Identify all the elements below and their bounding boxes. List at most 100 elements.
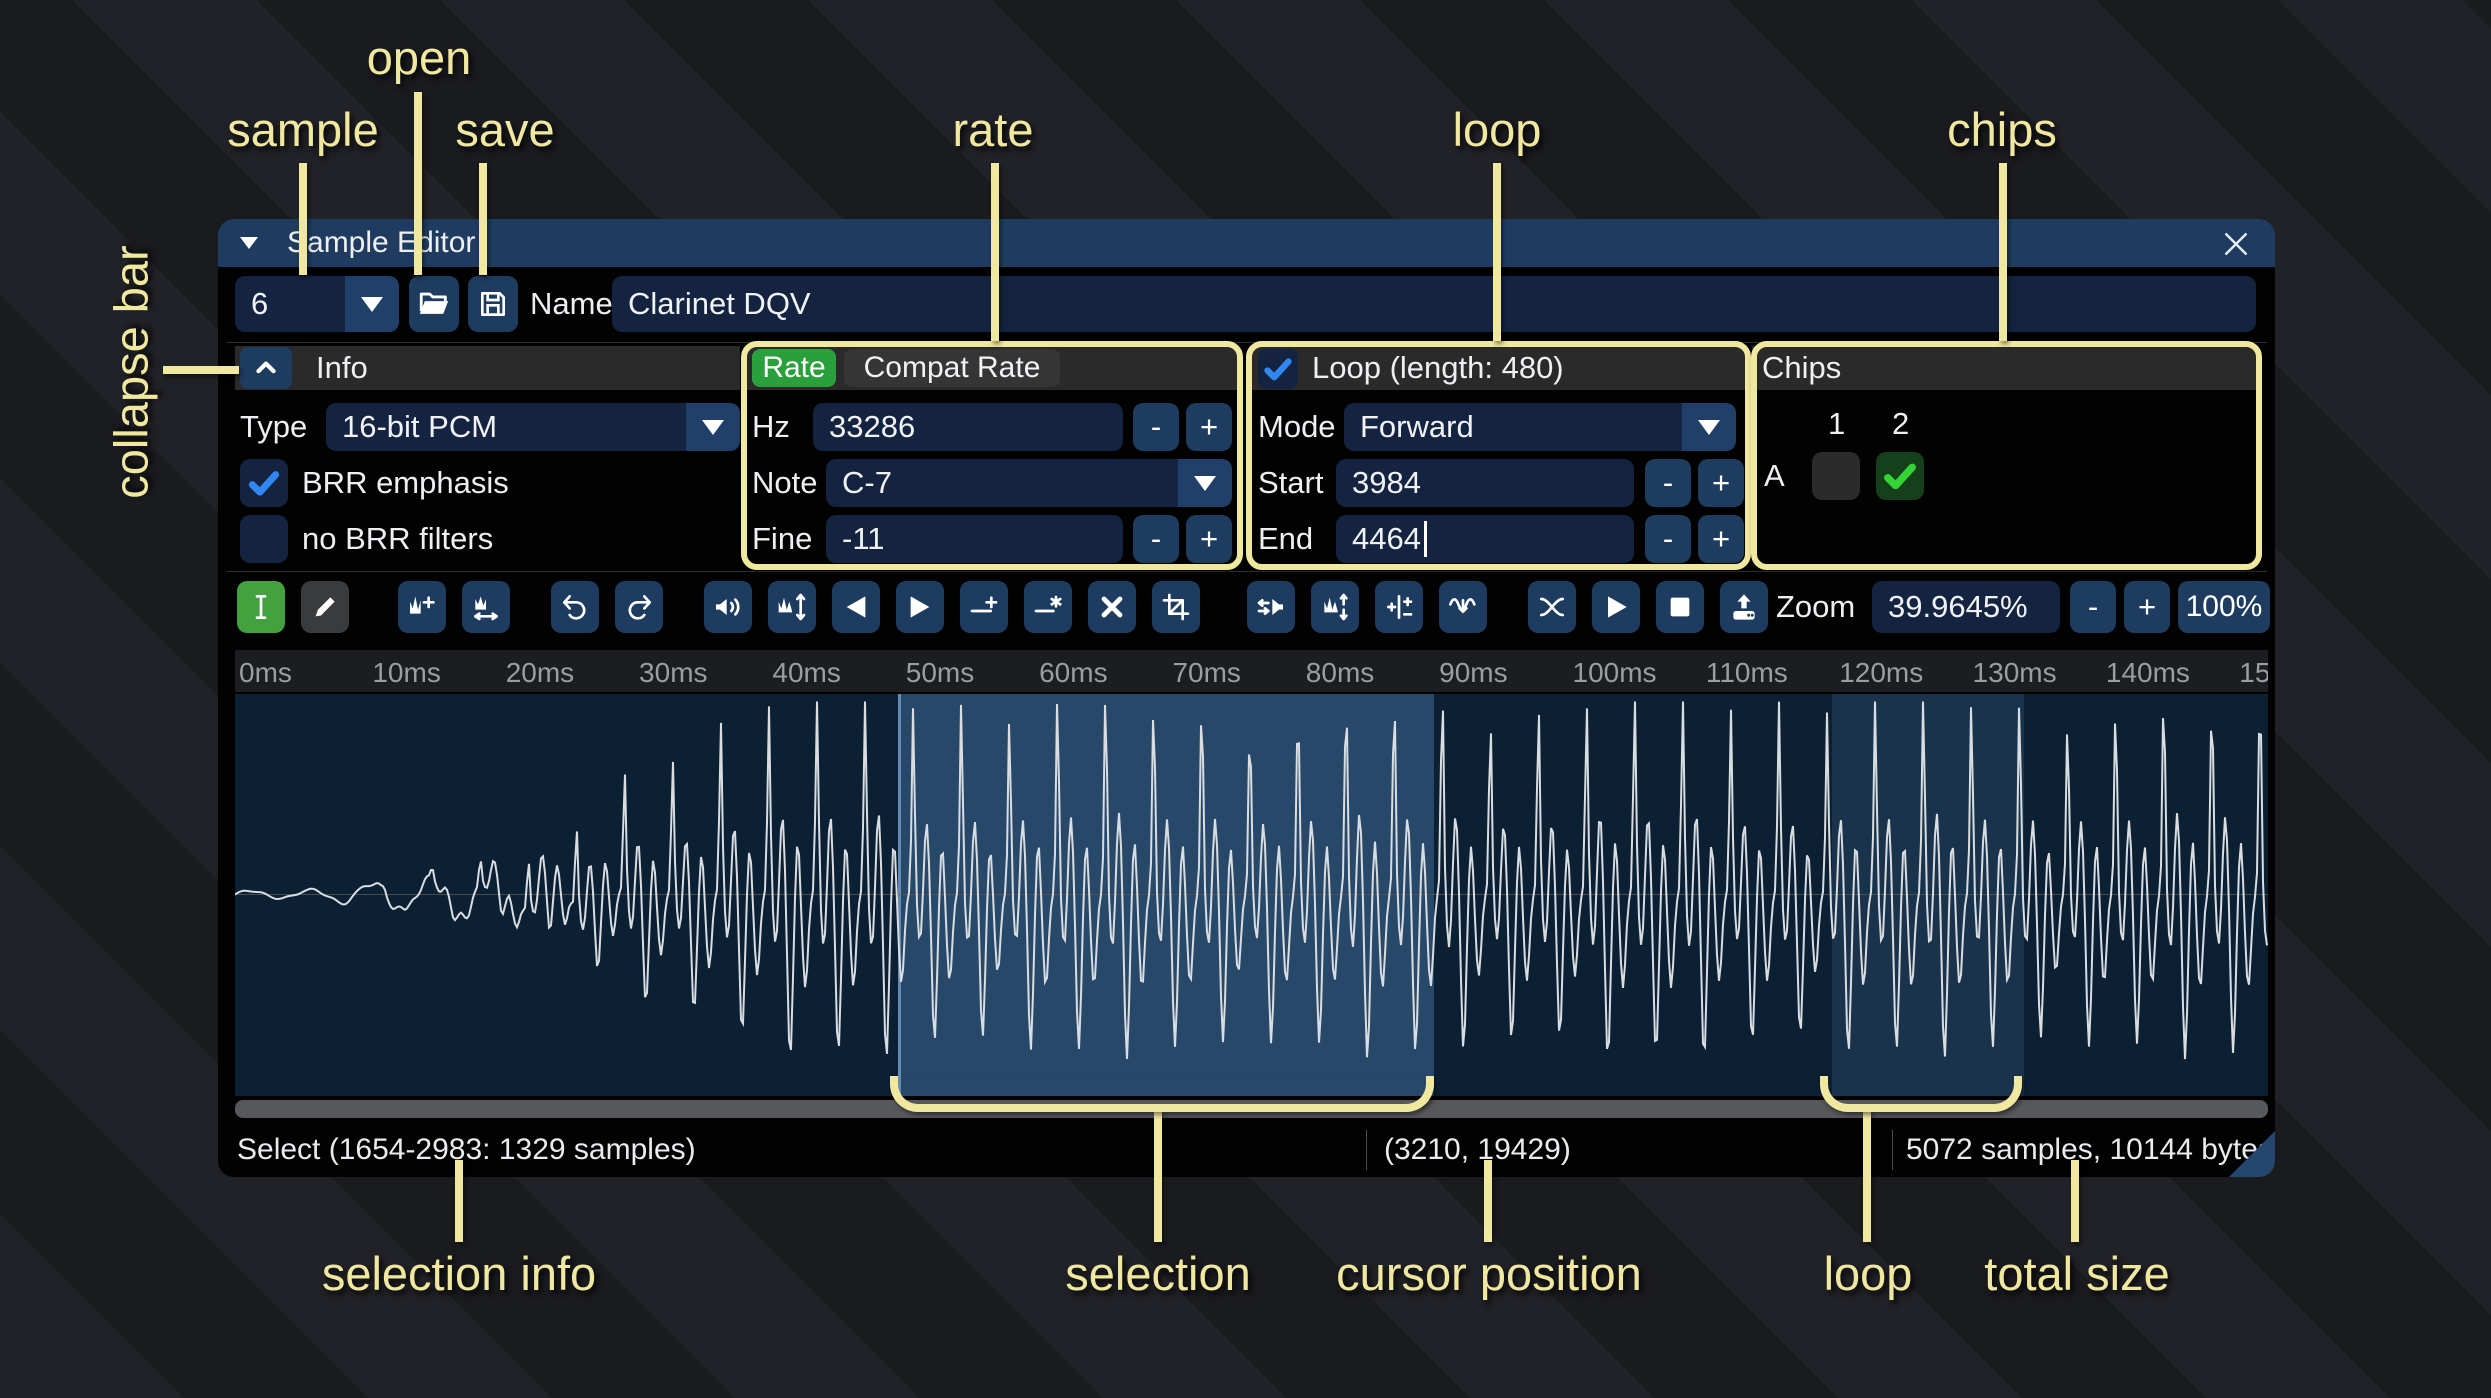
crossfade-button[interactable]	[1528, 581, 1576, 633]
redo-icon	[628, 595, 651, 620]
signed-unsigned-button[interactable]	[1375, 581, 1423, 633]
annotation-line-loop-bottom	[1863, 1110, 1871, 1242]
signed-unsigned-icon	[1387, 595, 1413, 619]
annotation-bracket-loop	[1820, 1076, 2022, 1112]
select-tool-button[interactable]	[237, 581, 285, 633]
waveform-trace	[235, 701, 2268, 1060]
annotation-line-collapse-bar	[163, 366, 239, 374]
type-label: Type	[240, 409, 308, 444]
fade-in-icon	[846, 596, 866, 618]
zoom-field[interactable]: 39.9645%	[1872, 581, 2060, 633]
ruler-tick: 120ms	[1839, 657, 1924, 688]
apply-filter-button[interactable]	[1439, 581, 1487, 633]
apply-silence-button[interactable]	[1024, 581, 1072, 633]
zoom-value: 39.9645%	[1888, 589, 2028, 624]
ruler-tick: 100ms	[1572, 657, 1657, 688]
reverse-button[interactable]	[1247, 581, 1295, 633]
pencil-icon	[315, 597, 335, 617]
ruler-tick: 110ms	[1705, 657, 1788, 688]
sample-index-combo[interactable]: 6	[235, 276, 399, 332]
annotation-line-rate	[991, 163, 999, 341]
waveform-display[interactable]	[235, 694, 2268, 1096]
annotation-rect-chips	[1751, 341, 2262, 570]
fade-out-button[interactable]	[896, 581, 944, 633]
stop-icon	[1670, 597, 1690, 617]
name-value: Clarinet DQV	[628, 286, 811, 321]
ruler-tick: 10ms	[372, 657, 441, 688]
annotation-rect-loop	[1246, 341, 1751, 570]
invert-icon	[1324, 593, 1348, 621]
floppy-save-icon	[481, 292, 505, 316]
brr-emphasis-label: BRR emphasis	[302, 465, 509, 500]
type-value: 16-bit PCM	[342, 409, 498, 444]
window-titlebar[interactable]	[218, 219, 2275, 267]
status-cursor-position: (3210, 19429)	[1384, 1133, 1571, 1166]
crossfade-icon	[1540, 597, 1564, 617]
ruler-tick: 50ms	[905, 657, 975, 688]
zoom-reset-button[interactable]: 100%	[2178, 581, 2270, 633]
no-brr-filters-checkbox[interactable]	[240, 515, 288, 563]
ruler-tick: 80ms	[1305, 657, 1375, 688]
amplify-button[interactable]	[704, 581, 752, 633]
ruler-tick: 70ms	[1172, 657, 1241, 688]
normalize-button[interactable]	[768, 581, 816, 633]
annotation-label-loop-bottom: loop	[1823, 1247, 1913, 1300]
annotation-label-cursor-position: cursor position	[1336, 1247, 1642, 1300]
play-icon	[1608, 596, 1627, 618]
annotation-label-loop: loop	[1452, 103, 1542, 156]
redo-button[interactable]	[615, 581, 663, 633]
open-button[interactable]	[409, 276, 459, 332]
insert-silence-icon	[970, 596, 998, 613]
delete-button[interactable]	[1088, 581, 1136, 633]
window-title: Sample Editor	[287, 226, 476, 259]
resample-button[interactable]	[462, 581, 510, 633]
preview-button[interactable]	[1592, 581, 1640, 633]
status-total-size: 5072 samples, 10144 bytes	[1906, 1133, 2273, 1166]
sample-index-dropdown-arrow[interactable]	[345, 276, 399, 332]
undo-button[interactable]	[551, 581, 599, 633]
stop-preview-button[interactable]	[1656, 581, 1704, 633]
annotation-line-sample	[299, 163, 307, 275]
annotation-line-loop	[1493, 163, 1501, 341]
trim-button[interactable]	[1152, 581, 1200, 633]
import-button[interactable]	[1720, 581, 1768, 633]
chevron-up-icon	[256, 361, 276, 374]
undo-icon	[563, 595, 586, 620]
zoom-out-button[interactable]: -	[2070, 581, 2116, 633]
ibeam-icon	[255, 595, 267, 619]
trim-icon	[1162, 593, 1190, 621]
annotation-line-cursor-position	[1484, 1160, 1492, 1242]
invert-button[interactable]	[1311, 581, 1359, 633]
annotation-line-selection	[1154, 1110, 1162, 1242]
resize-button[interactable]	[398, 581, 446, 633]
type-combo[interactable]: 16-bit PCM	[326, 403, 740, 451]
ruler-tick: 40ms	[772, 657, 841, 688]
name-input[interactable]: Clarinet DQV	[612, 276, 2256, 332]
annotation-label-save: save	[455, 103, 555, 156]
zoom-label: Zoom	[1776, 589, 1856, 624]
window-collapse-icon[interactable]	[240, 237, 258, 249]
annotation-label-selection: selection	[1065, 1247, 1251, 1300]
name-label: Name	[530, 286, 613, 321]
close-icon[interactable]	[2218, 226, 2254, 262]
status-divider	[1892, 1130, 1893, 1170]
brr-emphasis-checkbox[interactable]	[240, 459, 288, 507]
annotation-line-open	[414, 92, 422, 275]
annotation-bracket-selection	[890, 1076, 1434, 1112]
draw-tool-button[interactable]	[301, 581, 349, 633]
fade-in-button[interactable]	[832, 581, 880, 633]
annotation-line-save	[479, 163, 487, 275]
annotation-label-rate: rate	[952, 103, 1034, 156]
info-collapse-button[interactable]	[240, 347, 292, 389]
save-button[interactable]	[468, 276, 518, 332]
type-dropdown-arrow[interactable]	[686, 403, 740, 451]
resample-icon	[474, 596, 498, 621]
chevron-down-icon	[702, 419, 724, 435]
amplify-icon	[716, 598, 740, 616]
zoom-in-button[interactable]: +	[2124, 581, 2170, 633]
insert-silence-button[interactable]	[960, 581, 1008, 633]
annotation-label-total-size: total size	[1984, 1247, 2170, 1300]
annotation-label-collapse-bar: collapse bar	[104, 245, 158, 499]
status-divider	[1366, 1130, 1367, 1170]
timeline-ruler: 0ms 10ms 20ms 30ms 40ms 50ms 60ms 70ms 80ms 90ms 1…	[235, 650, 2268, 692]
